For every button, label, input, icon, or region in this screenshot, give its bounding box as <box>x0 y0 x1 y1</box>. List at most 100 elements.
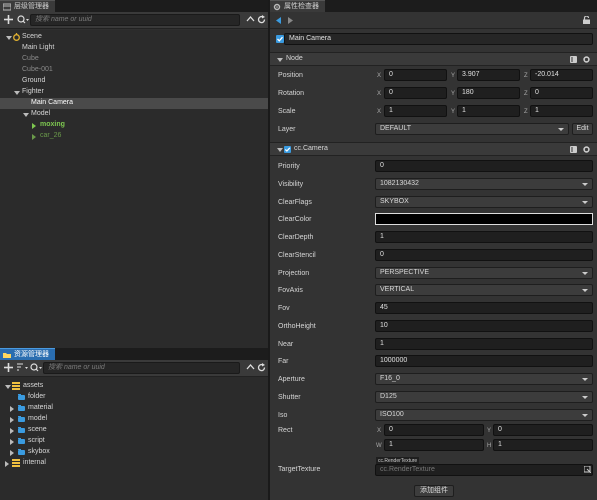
target-texture-field[interactable]: cc.RenderTexture <box>375 464 593 476</box>
asset-item-label: assets <box>23 382 44 389</box>
folder-icon <box>18 427 25 433</box>
asset-item-assets[interactable]: assets <box>0 381 268 392</box>
tree-item-main-camera[interactable]: Main Camera <box>0 98 268 109</box>
search-type-icon[interactable] <box>17 15 29 25</box>
chevron-right-icon[interactable] <box>32 123 36 129</box>
chevron-down-icon[interactable] <box>277 148 283 152</box>
clearflags-select[interactable]: SKYBOX <box>375 195 593 208</box>
chevron-right-icon[interactable] <box>10 406 14 412</box>
asset-item-model[interactable]: model <box>0 414 268 425</box>
back-arrow-icon[interactable] <box>276 17 282 24</box>
tree-item-scene[interactable]: Scene <box>0 32 268 43</box>
tree-item-car-26[interactable]: car_26 <box>0 131 268 142</box>
chevron-right-icon[interactable] <box>32 134 36 140</box>
asset-item-scene[interactable]: scene <box>0 425 268 436</box>
scale-y-input[interactable]: 1 <box>457 105 520 117</box>
asset-item-internal[interactable]: internal <box>0 458 268 469</box>
camera-section-header[interactable]: cc.Camera <box>270 142 597 156</box>
sort-icon[interactable] <box>16 363 28 373</box>
tab-inspector[interactable]: 属性检查器 <box>270 0 325 12</box>
node-name-input[interactable]: Main Camera <box>284 33 593 45</box>
orthoheight-input[interactable]: 10 <box>375 319 593 332</box>
hierarchy-search-input[interactable]: 搜索 name or uuid <box>30 14 240 26</box>
rotation-x-input[interactable]: 0 <box>384 87 447 99</box>
chevron-down-icon[interactable] <box>14 91 20 95</box>
book-icon[interactable] <box>570 146 577 153</box>
node-section-header[interactable]: Node <box>270 52 597 66</box>
assets-toolbar: 搜索 name or uuid <box>0 360 268 377</box>
inspector-nav-bar <box>270 12 597 29</box>
rotation-y-input[interactable]: 180 <box>457 87 520 99</box>
chevron-right-icon[interactable] <box>5 461 9 467</box>
tree-item-cube[interactable]: Cube <box>0 54 268 65</box>
add-icon[interactable] <box>4 363 13 372</box>
chevron-down-icon[interactable] <box>6 36 12 40</box>
tree-item-main-light[interactable]: Main Light <box>0 43 268 54</box>
asset-browse-icon[interactable] <box>584 466 591 473</box>
book-icon[interactable] <box>570 56 577 63</box>
add-icon[interactable] <box>4 15 13 24</box>
visibility-select[interactable]: 1082130432 <box>375 177 593 190</box>
forward-arrow-icon[interactable] <box>288 17 294 24</box>
scale-x-input[interactable]: 1 <box>384 105 447 117</box>
cleardepth-input[interactable]: 1 <box>375 231 593 243</box>
layer-row: Layer DEFAULT Edit <box>270 121 597 139</box>
tree-item-ground[interactable]: Ground <box>0 76 268 87</box>
layer-value: DEFAULT <box>380 125 411 132</box>
camera-enabled-checkbox[interactable] <box>284 146 291 153</box>
asset-item-skybox[interactable]: skybox <box>0 447 268 458</box>
refresh-icon[interactable] <box>257 363 266 372</box>
tree-item-moxing[interactable]: moxing <box>0 120 268 131</box>
asset-item-script[interactable]: script <box>0 436 268 447</box>
collapse-icon[interactable] <box>246 15 255 24</box>
priority-input[interactable]: 0 <box>375 160 593 172</box>
add-component-button[interactable]: 添加组件 <box>414 485 454 497</box>
asset-item-folder[interactable]: folder <box>0 392 268 403</box>
settings-gear-icon[interactable] <box>583 146 590 153</box>
rect-x-input[interactable]: 0 <box>384 424 484 436</box>
tree-item-model[interactable]: Model <box>0 109 268 120</box>
clearcolor-swatch[interactable] <box>375 213 593 226</box>
chevron-down-icon[interactable] <box>5 385 11 389</box>
far-input[interactable]: 1000000 <box>375 355 593 368</box>
projection-select[interactable]: PERSPECTIVE <box>375 266 593 279</box>
chevron-right-icon[interactable] <box>10 417 14 423</box>
clearflags-value: SKYBOX <box>380 197 409 205</box>
chevron-right-icon[interactable] <box>10 450 14 456</box>
layer-edit-button[interactable]: Edit <box>572 123 593 135</box>
settings-gear-icon[interactable] <box>583 56 590 63</box>
position-y-input[interactable]: 3.907 <box>457 69 520 81</box>
position-x-input[interactable]: 0 <box>384 69 447 81</box>
rect-h-input[interactable]: 1 <box>493 439 593 451</box>
tree-item-fighter[interactable]: Fighter <box>0 87 268 98</box>
chevron-down-icon[interactable] <box>23 113 29 117</box>
tab-assets[interactable]: 资源管理器 <box>0 348 55 360</box>
iso-select[interactable]: ISO100 <box>375 408 593 421</box>
lock-icon[interactable] <box>583 16 590 24</box>
fovaxis-select[interactable]: VERTICAL <box>375 284 593 297</box>
search-type-icon[interactable] <box>30 363 42 373</box>
refresh-icon[interactable] <box>257 15 266 24</box>
fov-input[interactable]: 45 <box>375 302 593 314</box>
clearstencil-input[interactable]: 0 <box>375 248 593 261</box>
chevron-right-icon[interactable] <box>10 428 14 434</box>
collapse-icon[interactable] <box>246 363 255 372</box>
rect-y-input[interactable]: 0 <box>493 424 593 436</box>
aperture-select[interactable]: F16_0 <box>375 373 593 385</box>
tab-hierarchy[interactable]: 层级管理器 <box>0 0 55 12</box>
node-active-checkbox[interactable] <box>276 35 284 43</box>
rect-w-input[interactable]: 1 <box>384 439 484 451</box>
layer-select[interactable]: DEFAULT <box>375 123 569 135</box>
chevron-right-icon[interactable] <box>10 439 14 445</box>
near-input[interactable]: 1 <box>375 337 593 350</box>
shutter-select[interactable]: D125 <box>375 390 593 403</box>
far-label: Far <box>278 358 289 366</box>
position-z-input[interactable]: -20.014 <box>530 69 593 81</box>
assets-search-input[interactable]: 搜索 name or uuid <box>43 362 240 374</box>
tree-item-label: Ground <box>22 77 46 84</box>
chevron-down-icon[interactable] <box>277 58 283 62</box>
asset-item-material[interactable]: material <box>0 403 268 414</box>
scale-z-input[interactable]: 1 <box>530 105 593 117</box>
tree-item-cube-001[interactable]: Cube-001 <box>0 65 268 76</box>
rotation-z-input[interactable]: 0 <box>530 87 593 99</box>
